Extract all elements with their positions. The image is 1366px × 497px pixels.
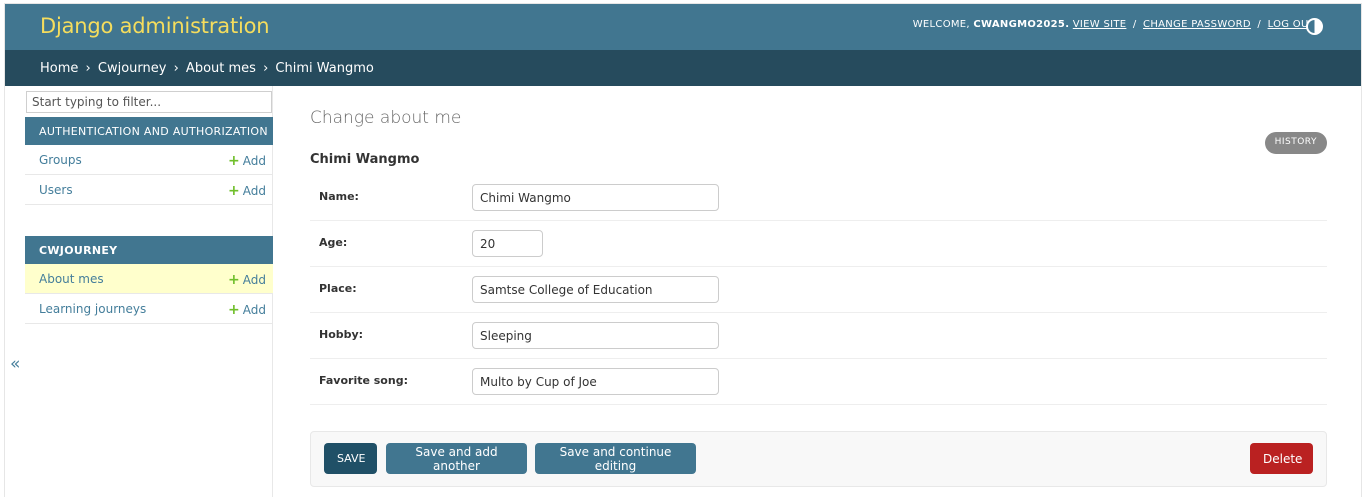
admin-page: Django administration WELCOME, CWANGMO20… (4, 3, 1362, 497)
save-and-add-another-button[interactable]: Save and add another (386, 443, 527, 474)
site-header: Django administration WELCOME, CWANGMO20… (5, 4, 1361, 50)
nav-sidebar: AUTHENTICATION AND AUTHORIZATION Groups … (25, 86, 273, 497)
welcome-text: WELCOME, (912, 19, 970, 30)
field-row-place: Place: (310, 267, 1327, 313)
name-field[interactable] (472, 184, 719, 211)
delete-button[interactable]: Delete (1250, 443, 1313, 474)
breadcrumb-model[interactable]: About mes (186, 61, 256, 76)
sidebar-item-users: Users + Add (25, 175, 273, 205)
field-row-hobby: Hobby: (310, 313, 1327, 359)
add-groups-link[interactable]: + Add (228, 153, 266, 169)
add-users-link[interactable]: + Add (228, 183, 266, 199)
nav-filter-input[interactable] (26, 91, 272, 113)
breadcrumb: Home › Cwjourney › About mes › Chimi Wan… (5, 50, 1361, 86)
submit-row: SAVE Save and add another Save and conti… (310, 431, 1327, 487)
sidebar-item-about-mes: About mes + Add (25, 264, 273, 294)
add-label: Add (242, 184, 266, 198)
favorite-song-label: Favorite song: (319, 374, 408, 387)
save-and-continue-button[interactable]: Save and continue editing (535, 443, 696, 474)
place-field[interactable] (472, 276, 719, 303)
age-label: Age: (319, 236, 348, 249)
add-label: Add (242, 154, 266, 168)
object-title: Chimi Wangmo (310, 152, 420, 167)
hobby-label: Hobby: (319, 328, 364, 341)
sidebar-item-learning-journeys: Learning journeys + Add (25, 294, 273, 324)
favorite-song-field[interactable] (472, 368, 719, 395)
view-site-link[interactable]: VIEW SITE (1073, 19, 1127, 30)
plus-icon: + (228, 153, 240, 169)
add-about-mes-link[interactable]: + Add (228, 272, 266, 288)
history-button[interactable]: HISTORY (1264, 132, 1327, 154)
age-field[interactable] (472, 230, 543, 257)
add-learning-journeys-link[interactable]: + Add (228, 302, 266, 318)
page-title: Change about me (310, 108, 462, 128)
site-branding-link[interactable]: Django administration (40, 14, 270, 38)
add-label: Add (242, 273, 266, 287)
field-row-name: Name: (310, 175, 1327, 221)
breadcrumb-separator: › (85, 61, 91, 76)
user-tools: WELCOME, CWANGMO2025. VIEW SITE / CHANGE… (913, 19, 1315, 30)
save-button[interactable]: SAVE (324, 443, 377, 474)
user-tools-separator: / (1257, 19, 1262, 30)
breadcrumb-current: Chimi Wangmo (275, 61, 374, 76)
theme-toggle-icon[interactable] (1306, 18, 1323, 35)
user-tools-separator: / (1132, 19, 1137, 30)
breadcrumb-separator: › (173, 61, 179, 76)
plus-icon: + (228, 183, 240, 199)
add-label: Add (242, 303, 266, 317)
username: CWANGMO2025. (973, 19, 1070, 30)
model-link-about-mes[interactable]: About mes (39, 272, 104, 286)
breadcrumb-app[interactable]: Cwjourney (98, 61, 167, 76)
model-link-learning-journeys[interactable]: Learning journeys (39, 302, 146, 316)
change-password-link[interactable]: CHANGE PASSWORD (1143, 19, 1251, 30)
module-caption-cwjourney[interactable]: CWJOURNEY (25, 236, 273, 264)
module-caption-auth[interactable]: AUTHENTICATION AND AUTHORIZATION (25, 117, 273, 145)
breadcrumb-home[interactable]: Home (40, 61, 78, 76)
field-row-favorite-song: Favorite song: (310, 359, 1327, 405)
model-link-groups[interactable]: Groups (39, 153, 82, 167)
field-row-age: Age: (310, 221, 1327, 267)
breadcrumb-separator: › (263, 61, 269, 76)
sidebar-item-groups: Groups + Add (25, 145, 273, 175)
plus-icon: + (228, 302, 240, 318)
model-link-users[interactable]: Users (39, 183, 73, 197)
name-label: Name: (319, 190, 359, 203)
sidebar-collapse-button[interactable]: « (10, 354, 20, 374)
hobby-field[interactable] (472, 322, 719, 349)
plus-icon: + (228, 272, 240, 288)
place-label: Place: (319, 282, 357, 295)
